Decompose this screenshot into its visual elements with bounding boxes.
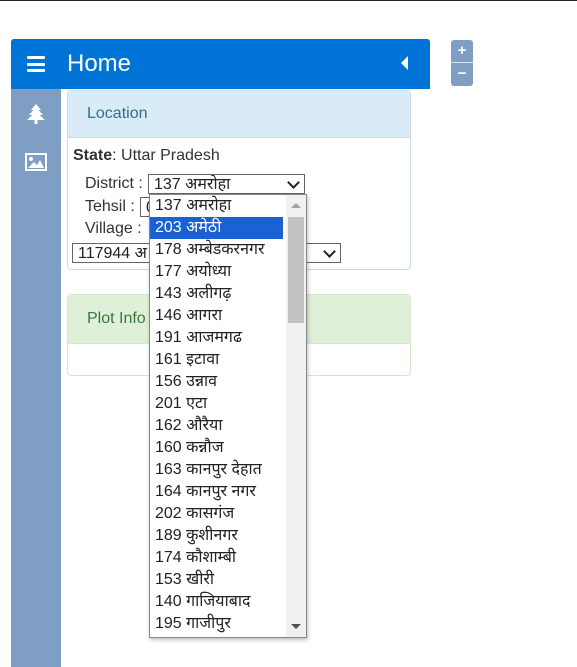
dropdown-scrollbar[interactable] xyxy=(286,195,306,637)
collapse-sidebar-icon[interactable] xyxy=(401,56,408,70)
dropdown-option[interactable]: 146 आगरा xyxy=(150,305,283,327)
state-info: State: Uttar Pradesh xyxy=(73,147,220,165)
dropdown-option[interactable]: 153 खीरी xyxy=(150,569,283,591)
tree-icon[interactable] xyxy=(24,103,48,125)
scrollbar-thumb[interactable] xyxy=(288,217,304,323)
zoom-in-button[interactable]: + xyxy=(451,40,473,62)
location-panel-title[interactable]: Location xyxy=(68,91,410,138)
district-select-value: 137 अमरोहा xyxy=(154,176,231,193)
image-icon[interactable] xyxy=(24,153,48,175)
dropdown-option[interactable]: 178 अम्बेडकरनगर xyxy=(150,239,283,261)
dropdown-option[interactable]: 140 गाजियाबाद xyxy=(150,591,283,613)
zoom-out-button[interactable]: − xyxy=(451,63,473,85)
sidebar-header: Home xyxy=(11,39,430,89)
dropdown-option[interactable]: 203 अमेठी xyxy=(150,217,283,239)
dropdown-option[interactable]: 162 औरैया xyxy=(150,415,283,437)
dropdown-option[interactable]: 189 कुशीनगर xyxy=(150,525,283,547)
scroll-down-arrow-icon[interactable] xyxy=(291,624,301,629)
chevron-down-icon xyxy=(287,176,300,189)
village-label: Village : xyxy=(85,220,142,237)
village-select-value: 117944 अ xyxy=(78,245,147,262)
state-value: : Uttar Pradesh xyxy=(112,147,220,164)
dropdown-option[interactable]: 137 अमरोहा xyxy=(150,195,283,217)
dropdown-option[interactable]: 160 कन्नौज xyxy=(150,437,283,459)
dropdown-option[interactable]: 202 कासगंज xyxy=(150,503,283,525)
dropdown-option[interactable]: 164 कानपुर नगर xyxy=(150,481,283,503)
dropdown-option[interactable]: 177 अयोध्या xyxy=(150,261,283,283)
page-title: Home xyxy=(67,50,132,77)
district-label: District : xyxy=(85,175,143,192)
dropdown-option[interactable]: 174 कौशाम्बी xyxy=(150,547,283,569)
dropdown-option[interactable]: 143 अलीगढ़ xyxy=(150,283,283,305)
dropdown-option[interactable]: 195 गाजीपुर xyxy=(150,613,283,635)
menu-icon[interactable] xyxy=(27,56,45,72)
sidebar-tabs xyxy=(11,89,61,667)
scroll-up-arrow-icon[interactable] xyxy=(291,203,301,208)
district-dropdown-list[interactable]: 137 अमरोहा 203 अमेठी 178 अम्बेडकरनगर 177 अय… xyxy=(149,194,307,638)
district-select[interactable]: 137 अमरोहा xyxy=(148,174,305,194)
window-top-border xyxy=(0,0,577,1)
dropdown-option[interactable]: 156 उन्नाव xyxy=(150,371,283,393)
dropdown-option[interactable]: 201 एटा xyxy=(150,393,283,415)
state-label: State xyxy=(73,147,113,164)
dropdown-option[interactable]: 191 आजमगढ xyxy=(150,327,283,349)
chevron-down-icon xyxy=(323,245,336,258)
dropdown-option[interactable]: 161 इटावा xyxy=(150,349,283,371)
dropdown-option[interactable]: 163 कानपुर देहात xyxy=(150,459,283,481)
tehsil-label: Tehsil : xyxy=(85,198,135,215)
map-zoom-control: + − xyxy=(451,40,473,86)
